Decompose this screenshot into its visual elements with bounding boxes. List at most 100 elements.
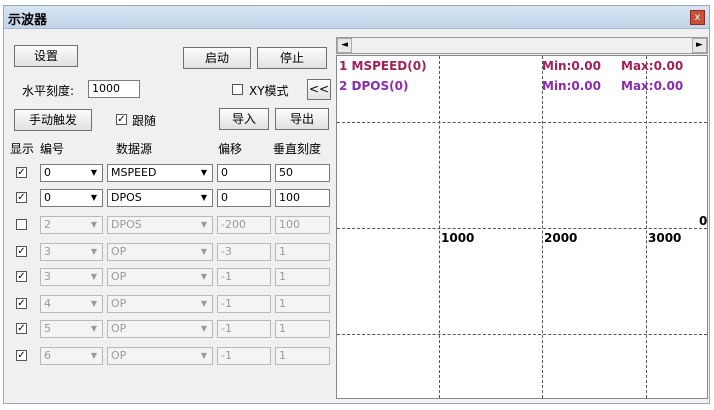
chevron-down-icon[interactable]: ▼ (87, 191, 101, 205)
show-checkbox[interactable] (16, 350, 27, 361)
offset-input[interactable]: -1 (217, 347, 271, 365)
index-value: 2 (44, 218, 51, 231)
show-checkbox[interactable] (16, 271, 27, 282)
title-bar: 示波器 x (4, 6, 709, 29)
index-value: 5 (44, 322, 51, 335)
scope-display[interactable]: 1 MSPEED(0) Min:0.00 Max:0.00 2 DPOS(0) … (336, 55, 708, 399)
chevron-down-icon[interactable]: ▼ (197, 349, 211, 363)
offset-input[interactable]: -200 (217, 216, 271, 234)
offset-input[interactable]: -1 (217, 320, 271, 338)
manual-trigger-button[interactable]: 手动触发 (14, 109, 92, 131)
vscale-input[interactable]: 1 (275, 243, 330, 261)
chevron-down-icon[interactable]: ▼ (197, 191, 211, 205)
show-checkbox[interactable] (16, 167, 27, 178)
index-select[interactable]: 6 ▼ (40, 347, 103, 365)
offset-input[interactable]: 0 (217, 164, 271, 182)
horizontal-scale-label: 水平刻度: (22, 84, 75, 98)
index-select[interactable]: 3 ▼ (40, 268, 103, 286)
index-value: 3 (44, 270, 51, 283)
index-value: 3 (44, 245, 51, 258)
header-show: 显示 (10, 142, 35, 156)
vscale-input[interactable]: 1 (275, 295, 330, 313)
source-select[interactable]: OP ▼ (107, 320, 213, 338)
vscale-input[interactable]: 100 (275, 189, 330, 207)
grid-hline (337, 228, 707, 229)
offset-input[interactable]: -1 (217, 295, 271, 313)
chevron-down-icon[interactable]: ▼ (197, 322, 211, 336)
chevron-down-icon[interactable]: ▼ (87, 245, 101, 259)
source-select[interactable]: OP ▼ (107, 295, 213, 313)
source-select[interactable]: MSPEED ▼ (107, 164, 213, 182)
header-offset: 偏移 (218, 142, 243, 156)
horizontal-scrollbar[interactable]: ◄ ► (336, 37, 708, 54)
show-checkbox[interactable] (16, 246, 27, 257)
source-value: OP (111, 297, 127, 310)
import-button[interactable]: 导入 (219, 108, 269, 130)
chevron-down-icon[interactable]: ▼ (87, 322, 101, 336)
chevron-down-icon[interactable]: ▼ (87, 349, 101, 363)
scroll-right-icon[interactable]: ► (692, 38, 707, 53)
show-checkbox[interactable] (16, 219, 27, 230)
source-select[interactable]: DPOS ▼ (107, 216, 213, 234)
header-vscale: 垂直刻度 (273, 142, 322, 156)
export-button[interactable]: 导出 (275, 108, 329, 130)
offset-input[interactable]: -3 (217, 243, 271, 261)
index-value: 0 (44, 191, 51, 204)
vscale-input[interactable]: 1 (275, 268, 330, 286)
index-value: 0 (44, 166, 51, 179)
offset-input[interactable]: -1 (217, 268, 271, 286)
source-select[interactable]: DPOS ▼ (107, 189, 213, 207)
channel-2-label: 2 DPOS(0) (339, 79, 409, 93)
collapse-button[interactable]: << (307, 79, 331, 100)
source-select[interactable]: OP ▼ (107, 268, 213, 286)
show-checkbox[interactable] (16, 192, 27, 203)
channel-2-min: Min:0.00 (542, 79, 602, 93)
source-value: DPOS (111, 218, 142, 231)
chevron-down-icon[interactable]: ▼ (87, 270, 101, 284)
chevron-down-icon[interactable]: ▼ (87, 218, 101, 232)
chevron-down-icon[interactable]: ▼ (87, 297, 101, 311)
channel-1-min: Min:0.00 (542, 59, 602, 73)
follow-label: 跟随 (132, 114, 157, 128)
grid-vline (542, 56, 543, 398)
grid-vline (439, 56, 440, 398)
vscale-input[interactable]: 50 (275, 164, 330, 182)
xy-mode-checkbox[interactable] (232, 84, 243, 95)
index-value: 4 (44, 297, 51, 310)
source-value: OP (111, 349, 127, 362)
index-select[interactable]: 3 ▼ (40, 243, 103, 261)
index-select[interactable]: 0 ▼ (40, 164, 103, 182)
show-checkbox[interactable] (16, 323, 27, 334)
vscale-input[interactable]: 1 (275, 320, 330, 338)
vscale-input[interactable]: 1 (275, 347, 330, 365)
vscale-input[interactable]: 100 (275, 216, 330, 234)
chevron-down-icon[interactable]: ▼ (197, 166, 211, 180)
settings-button[interactable]: 设置 (14, 45, 78, 67)
source-select[interactable]: OP ▼ (107, 243, 213, 261)
index-select[interactable]: 4 ▼ (40, 295, 103, 313)
stop-button[interactable]: 停止 (257, 47, 327, 69)
show-checkbox[interactable] (16, 298, 27, 309)
chevron-down-icon[interactable]: ▼ (197, 218, 211, 232)
source-value: OP (111, 270, 127, 283)
chevron-down-icon[interactable]: ▼ (197, 245, 211, 259)
close-icon[interactable]: x (690, 10, 705, 25)
chevron-down-icon[interactable]: ▼ (87, 166, 101, 180)
index-select[interactable]: 2 ▼ (40, 216, 103, 234)
header-source: 数据源 (116, 142, 153, 156)
index-select[interactable]: 5 ▼ (40, 320, 103, 338)
chevron-down-icon[interactable]: ▼ (197, 270, 211, 284)
grid-vline (646, 56, 647, 398)
start-button[interactable]: 启动 (183, 47, 251, 69)
channel-2-max: Max:0.00 (621, 79, 684, 93)
y-zero-label: 0 (699, 214, 708, 228)
chevron-down-icon[interactable]: ▼ (197, 297, 211, 311)
index-select[interactable]: 0 ▼ (40, 189, 103, 207)
source-value: OP (111, 322, 127, 335)
scroll-left-icon[interactable]: ◄ (337, 38, 352, 53)
horizontal-scale-input[interactable]: 1000 (88, 80, 140, 98)
follow-checkbox[interactable] (116, 114, 127, 125)
offset-input[interactable]: 0 (217, 189, 271, 207)
source-select[interactable]: OP ▼ (107, 347, 213, 365)
grid-hline (337, 122, 707, 123)
